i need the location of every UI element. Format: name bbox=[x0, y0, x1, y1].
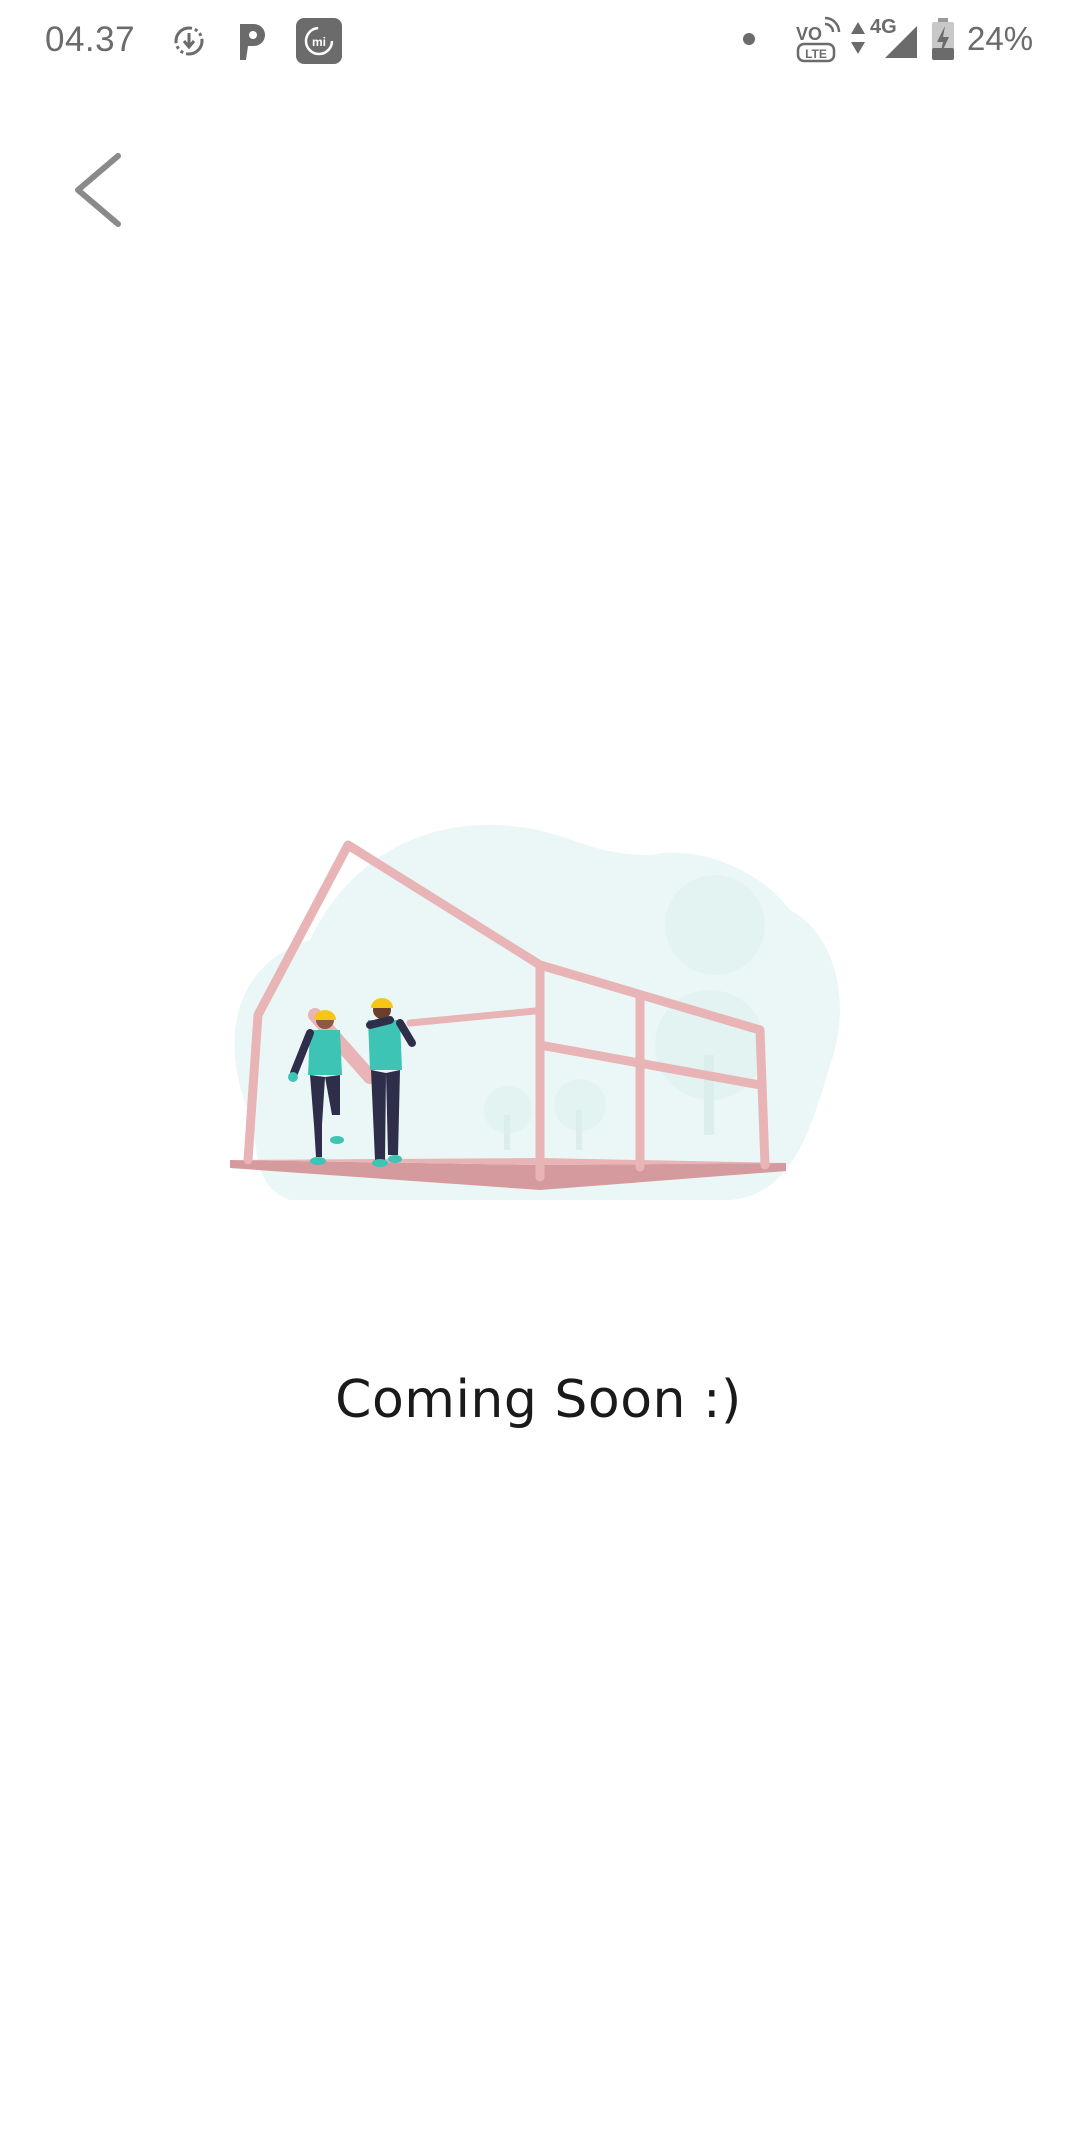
lte-label: LTE bbox=[805, 47, 827, 61]
back-button[interactable] bbox=[60, 140, 140, 240]
battery-charging-icon bbox=[932, 18, 954, 60]
status-bar: 04.37 mi VO LTE 4G 24% bbox=[0, 0, 1077, 82]
download-sync-icon bbox=[174, 26, 204, 56]
battery-percent: 24% bbox=[967, 20, 1034, 57]
signal-icon bbox=[885, 26, 917, 58]
parking-app-icon bbox=[240, 24, 265, 60]
construction-house-illustration bbox=[230, 824, 841, 1200]
coming-soon-message: Coming Soon :) bbox=[335, 1370, 742, 1430]
volte-icon: VO LTE bbox=[796, 16, 841, 63]
volte-label: VO bbox=[796, 24, 822, 44]
chevron-left-icon bbox=[75, 153, 121, 227]
status-time: 04.37 bbox=[45, 20, 136, 59]
data-arrows-icon bbox=[851, 22, 865, 54]
notification-dot-icon bbox=[743, 33, 755, 45]
mi-app-icon: mi bbox=[296, 18, 342, 64]
mi-label: mi bbox=[312, 35, 326, 49]
